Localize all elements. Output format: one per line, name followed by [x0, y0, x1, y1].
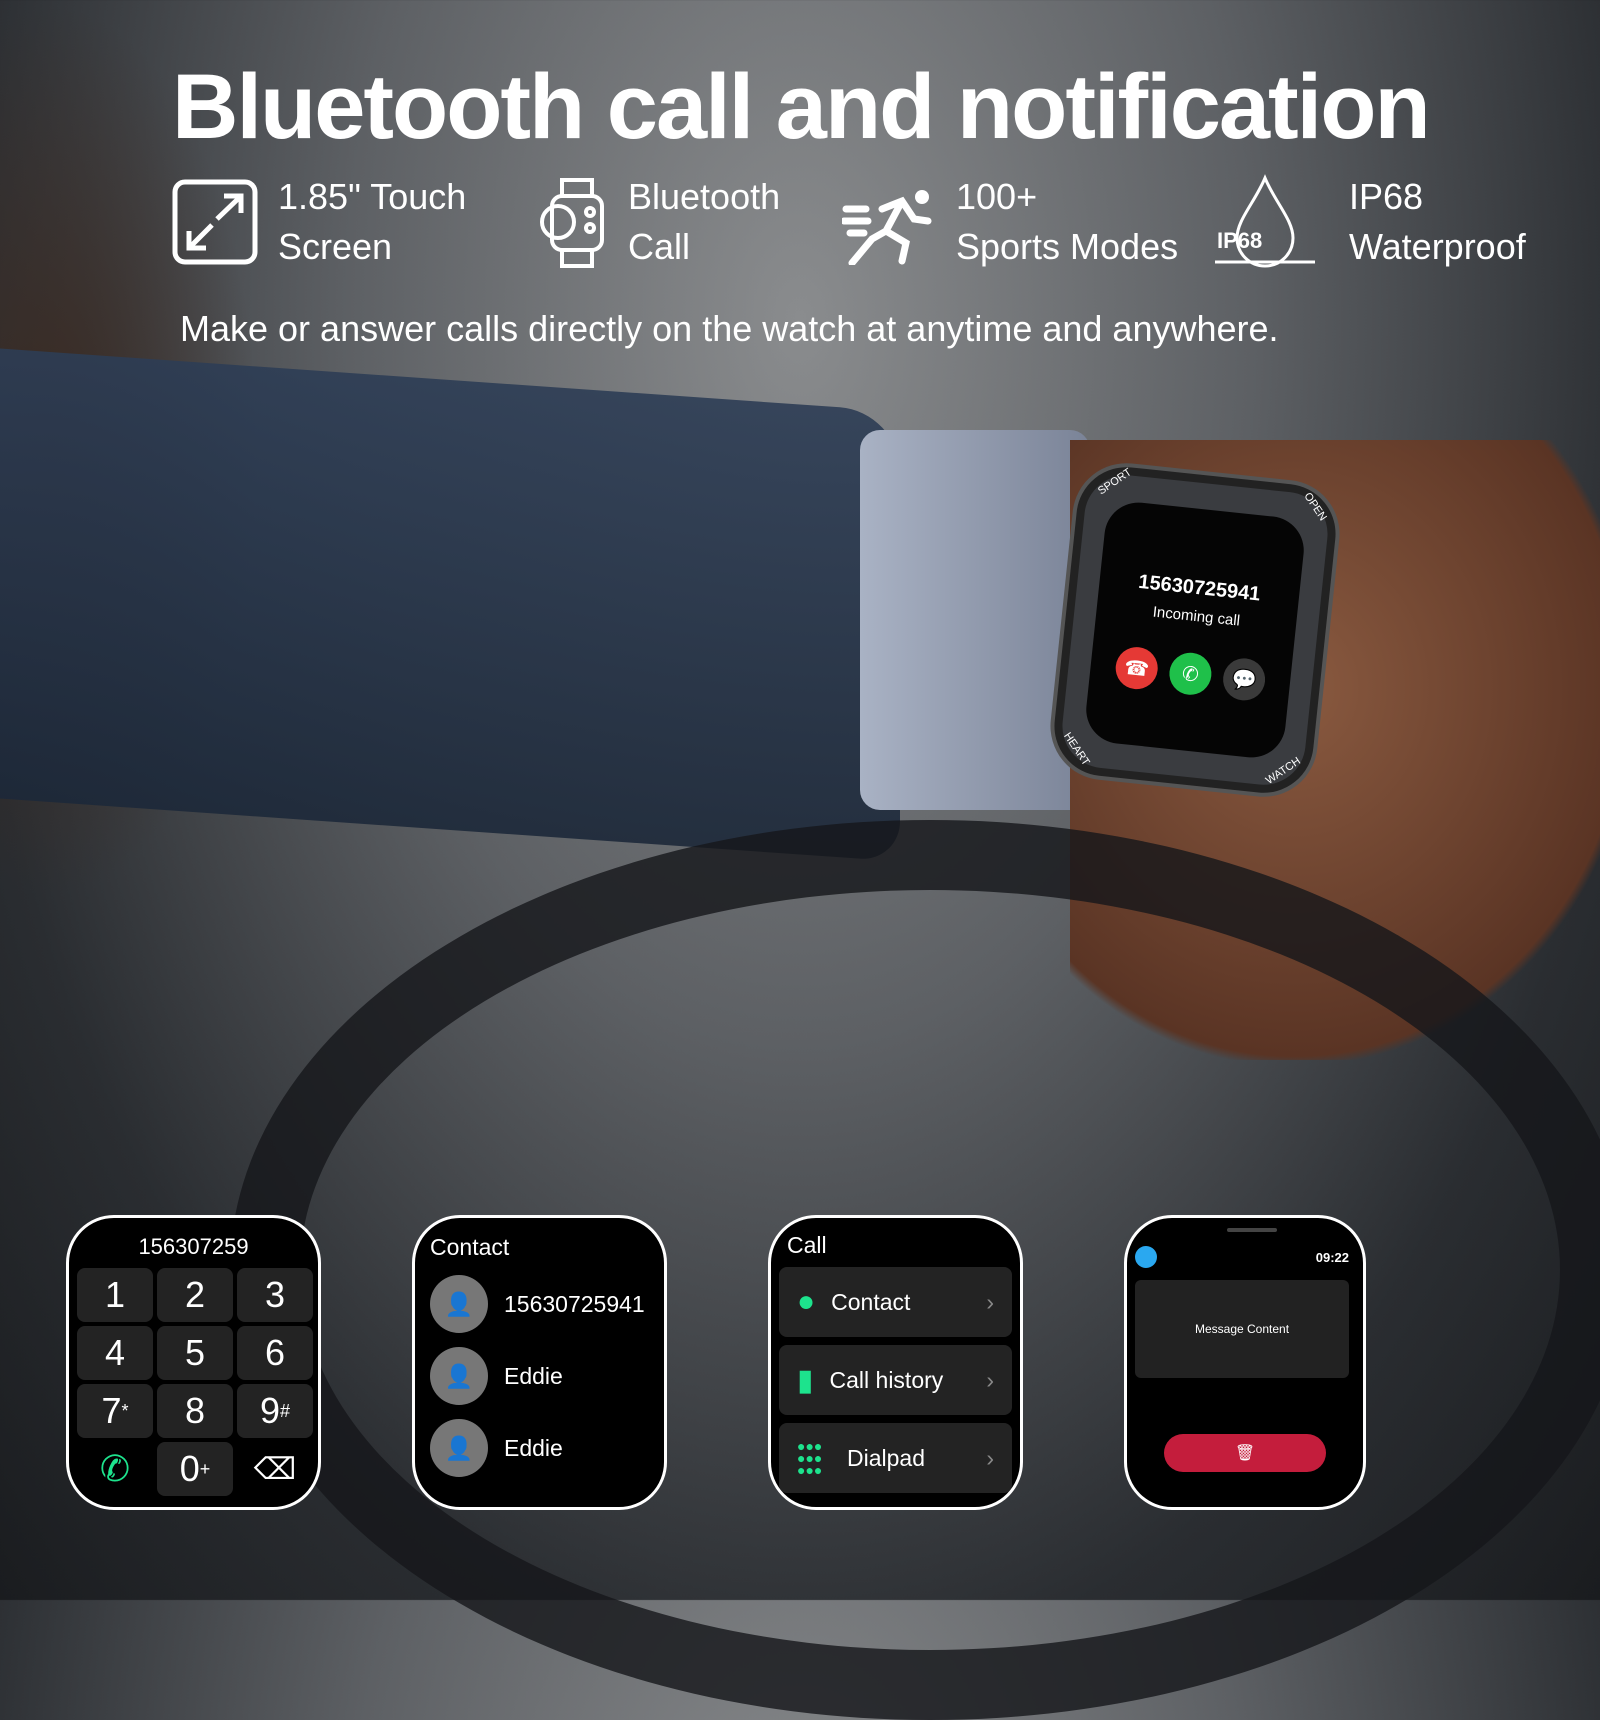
- delete-button[interactable]: 🗑: [1164, 1434, 1326, 1472]
- key-label: 9: [259, 1390, 280, 1431]
- feature-line1: 100+: [956, 176, 1038, 217]
- feature-line2: Waterproof: [1349, 226, 1526, 267]
- hang-up-icon: ☎: [1123, 656, 1151, 681]
- notification-screen: 09:22 Message Content 🗑: [1124, 1215, 1366, 1510]
- dialpad-screen: 156307259 1 2 3 4 5 6 7 * 8 9 # ✆ 0 + ⌫: [66, 1215, 321, 1510]
- key-1[interactable]: 1: [77, 1268, 153, 1322]
- dial-call-button[interactable]: ✆: [77, 1442, 153, 1496]
- decline-call-button[interactable]: ☎: [1113, 645, 1160, 692]
- key-label: 8: [184, 1390, 206, 1431]
- chat-bubble-icon: 💬: [1230, 667, 1258, 693]
- avatar-icon: 👤: [430, 1275, 488, 1333]
- key-label: 1: [104, 1274, 126, 1315]
- menu-item-label: Dialpad: [847, 1444, 925, 1471]
- dialpad-icon: ●●● ●●● ●●●: [797, 1438, 823, 1478]
- feature-call: Bluetooth Call: [538, 172, 780, 272]
- message-card[interactable]: Message Content: [1135, 1280, 1349, 1378]
- feature-line1: IP68: [1349, 176, 1424, 217]
- key-sup: +: [199, 1458, 211, 1479]
- dialed-number: 156307259: [138, 1234, 249, 1259]
- contact-name: 15630725941: [504, 1290, 645, 1317]
- feature-line1: 1.85" Touch: [278, 176, 467, 217]
- expand-screen-icon: [172, 179, 258, 265]
- key-label: 4: [104, 1332, 126, 1373]
- menu-item-contact[interactable]: ● Contact ›: [779, 1267, 1012, 1337]
- pull-handle[interactable]: [1227, 1228, 1277, 1232]
- feature-line1: Bluetooth: [628, 176, 781, 217]
- menu-item-dialpad[interactable]: ●●● ●●● ●●● Dialpad ›: [779, 1423, 1012, 1493]
- key-label: 5: [184, 1332, 206, 1373]
- contact-item[interactable]: 👤 Eddie: [430, 1419, 664, 1477]
- accept-call-button[interactable]: ✆: [1167, 650, 1214, 697]
- watch-screen: 15630725941 Incoming call ☎ ✆ 💬: [1082, 499, 1308, 761]
- call-menu-title: Call: [787, 1232, 827, 1258]
- call-history-icon: ▮: [797, 1363, 814, 1397]
- key-0[interactable]: 0 +: [157, 1442, 233, 1496]
- key-4[interactable]: 4: [77, 1326, 153, 1380]
- person-icon: ●: [797, 1285, 816, 1318]
- menu-item-call-history[interactable]: ▮ Call history ›: [779, 1345, 1012, 1415]
- key-8[interactable]: 8: [157, 1384, 233, 1438]
- chevron-right-icon: ›: [986, 1288, 994, 1315]
- water-drop-icon: IP68: [1215, 172, 1317, 272]
- contact-item[interactable]: 👤 15630725941: [430, 1275, 664, 1333]
- running-icon: [842, 179, 936, 265]
- key-label: 0: [179, 1448, 200, 1489]
- key-7[interactable]: 7 *: [77, 1384, 153, 1438]
- ip68-label: IP68: [1217, 228, 1263, 253]
- message-text: Message Content: [1194, 1322, 1290, 1336]
- phone-icon: ✆: [99, 1448, 131, 1489]
- key-label: 2: [184, 1274, 206, 1315]
- feature-line2: Call: [628, 226, 691, 267]
- key-3[interactable]: 3: [237, 1268, 313, 1322]
- key-2[interactable]: 2: [157, 1268, 233, 1322]
- menu-item-label: Contact: [831, 1288, 911, 1315]
- key-9[interactable]: 9 #: [237, 1384, 313, 1438]
- key-6[interactable]: 6: [237, 1326, 313, 1380]
- contact-item[interactable]: 👤 Eddie: [430, 1347, 664, 1405]
- trash-icon: 🗑: [1234, 1445, 1256, 1462]
- qq-app-icon: [1135, 1246, 1157, 1268]
- key-label: 7: [101, 1390, 122, 1431]
- feature-line2: Sports Modes: [956, 226, 1179, 267]
- phone-icon: ✆: [1180, 662, 1200, 687]
- clock-time: 09:22: [1315, 1249, 1349, 1265]
- subtitle: Make or answer calls directly on the wat…: [180, 308, 1279, 349]
- watch-call-icon: [538, 176, 608, 268]
- message-reply-button[interactable]: 💬: [1221, 656, 1268, 703]
- backspace-button[interactable]: ⌫: [237, 1442, 313, 1496]
- menu-item-label: Call history: [829, 1366, 944, 1393]
- chevron-right-icon: ›: [986, 1444, 994, 1471]
- avatar-icon: 👤: [430, 1347, 488, 1405]
- avatar-icon: 👤: [430, 1419, 488, 1477]
- contact-name: Eddie: [504, 1362, 563, 1389]
- background-cuff: [860, 430, 1090, 810]
- key-sup: *: [121, 1400, 129, 1421]
- headline: Bluetooth call and notification: [172, 56, 1431, 158]
- key-label: 3: [264, 1274, 286, 1315]
- background-sleeve: [0, 348, 900, 862]
- backspace-icon: ⌫: [253, 1452, 297, 1486]
- smartwatch: 15630725941 Incoming call ☎ ✆ 💬 SPORT OP…: [1049, 462, 1341, 798]
- key-label: 6: [264, 1332, 286, 1373]
- key-5[interactable]: 5: [157, 1326, 233, 1380]
- contact-name: Eddie: [504, 1434, 563, 1461]
- chevron-right-icon: ›: [986, 1366, 994, 1393]
- contact-screen: Contact 👤 15630725941 👤 Eddie 👤 Eddie: [412, 1215, 667, 1510]
- feature-line2: Screen: [278, 226, 393, 267]
- contact-title: Contact: [430, 1234, 510, 1260]
- key-sup: #: [280, 1400, 291, 1421]
- call-menu-screen: Call ● Contact › ▮ Call history › ●●● ●●● ●●● D…: [768, 1215, 1023, 1510]
- feature-sports: 100+ Sports Modes: [842, 172, 1178, 272]
- feature-waterproof: IP68 IP68 Waterproof: [1215, 172, 1526, 272]
- feature-screen: 1.85" Touch Screen: [172, 172, 466, 272]
